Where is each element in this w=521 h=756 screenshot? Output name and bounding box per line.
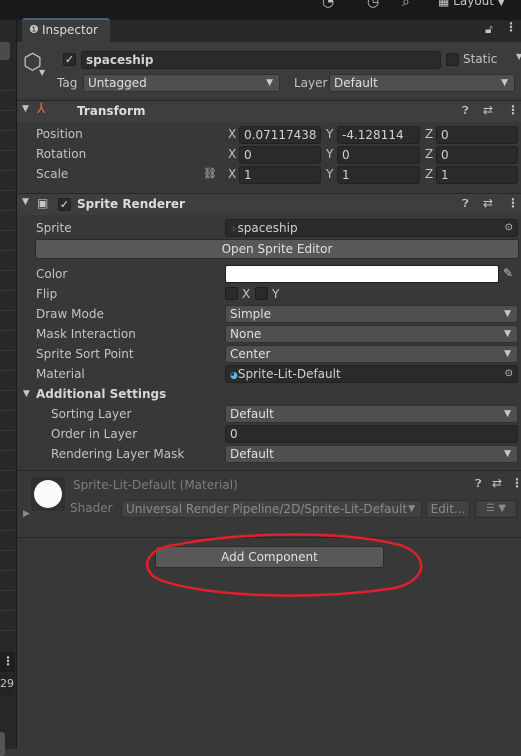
annotation-ellipse	[146, 533, 423, 597]
